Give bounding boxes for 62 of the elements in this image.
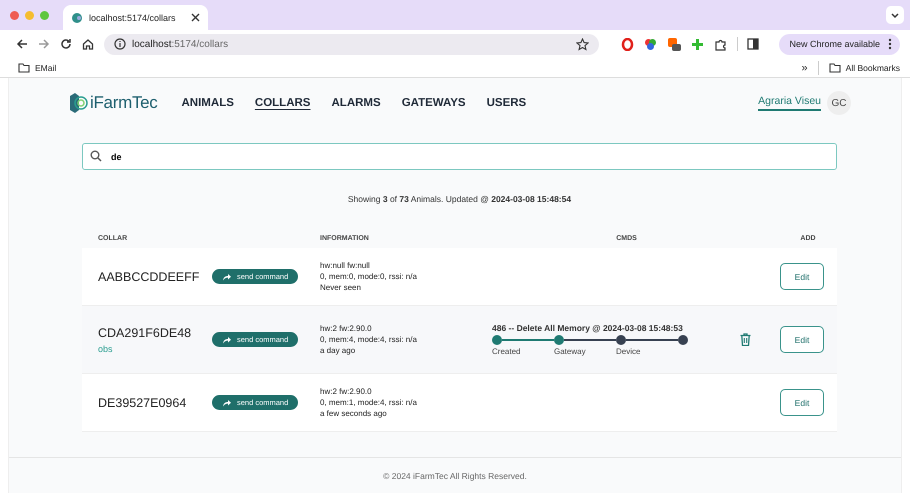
folder-icon xyxy=(18,62,30,72)
extension-icon[interactable] xyxy=(620,38,634,50)
command-title: 486 -- Delete All Memory @ 2024-03-08 15:48:53 xyxy=(492,323,684,333)
info-icon xyxy=(114,38,126,50)
url-text: localhost:5174/collars xyxy=(132,38,228,50)
results-summary: Showing 3 of 73 Animals. Updated @ 2024-03-08 15:48:54 xyxy=(346,194,572,204)
info-line: Never seen xyxy=(320,283,362,292)
user-avatar[interactable]: GC xyxy=(827,91,851,115)
search-icon xyxy=(90,150,102,162)
step-label: Gateway xyxy=(554,347,587,356)
share-icon xyxy=(222,272,231,280)
back-icon[interactable] xyxy=(16,38,28,50)
nav-link[interactable]: USERS xyxy=(486,97,526,109)
close-window-button[interactable] xyxy=(10,10,19,20)
logo-icon xyxy=(67,92,89,114)
nav-link[interactable]: ANIMALS xyxy=(182,97,234,109)
info-line: hw:2 fw:2.90.0 xyxy=(320,324,373,333)
chevron-icon[interactable] xyxy=(886,6,904,24)
site-icon xyxy=(71,12,83,24)
nav-link[interactable]: GATEWAYS xyxy=(402,97,466,109)
edit-button[interactable]: Edit xyxy=(780,389,824,416)
collar-id: DE39527E0964 xyxy=(98,396,186,410)
logo-text: iFarmTec xyxy=(90,93,158,113)
address-bar[interactable]: localhost:5174/collars xyxy=(104,34,598,54)
nav-link[interactable]: COLLARS xyxy=(254,97,310,109)
info-line: hw:2 fw:2.90.0 xyxy=(320,387,373,396)
update-button[interactable]: New Chrome available xyxy=(779,34,900,54)
edit-button[interactable]: Edit xyxy=(780,263,824,290)
step-label: Created xyxy=(492,347,522,356)
share-icon xyxy=(222,336,231,344)
search-field[interactable]: de xyxy=(82,143,837,170)
star-icon[interactable] xyxy=(576,38,588,50)
info-line: a few seconds ago xyxy=(320,409,388,418)
more-icon xyxy=(888,38,892,50)
overflow-button[interactable]: » xyxy=(802,62,808,74)
info-line: 0, mem:4, mode:4, rssi: n/a xyxy=(320,335,418,344)
sidebar-icon[interactable] xyxy=(747,38,760,50)
info-line: 0, mem:0, mode:0, rssi: n/a xyxy=(320,272,418,281)
puzzle-icon[interactable] xyxy=(714,38,726,50)
extension-icon[interactable] xyxy=(666,37,680,51)
info-line: a day ago xyxy=(320,346,356,355)
folder-icon xyxy=(828,62,841,72)
edit-button[interactable]: Edit xyxy=(780,326,824,353)
plus-icon[interactable] xyxy=(690,38,704,50)
home-icon[interactable] xyxy=(82,38,94,50)
forward-icon[interactable] xyxy=(38,38,50,50)
bookmark-item[interactable]: EMail xyxy=(18,62,56,72)
collar-id: AABBCCDDEEFF xyxy=(98,270,200,284)
info-line: hw:null fw:null xyxy=(320,261,371,270)
collar-id: CDA291F6DE48 xyxy=(98,326,192,340)
extension-icon[interactable] xyxy=(644,38,656,50)
bookmark-item[interactable]: All Bookmarks xyxy=(828,62,900,72)
close-icon[interactable] xyxy=(191,13,200,22)
browser-tab[interactable]: localhost:5174/collars xyxy=(63,5,208,30)
nav-link[interactable]: ALARMS xyxy=(331,97,381,109)
copyright-text: © 2024 iFarmTec All Rights Reserved. xyxy=(383,470,527,480)
organization-link[interactable]: Agraria Viseu xyxy=(758,95,821,111)
info-line: 0, mem:1, mode:4, rssi: n/a xyxy=(320,398,418,407)
share-icon xyxy=(222,398,231,406)
reload-icon[interactable] xyxy=(60,38,72,50)
trash-icon[interactable] xyxy=(740,333,751,346)
step-label: Device xyxy=(616,347,642,356)
